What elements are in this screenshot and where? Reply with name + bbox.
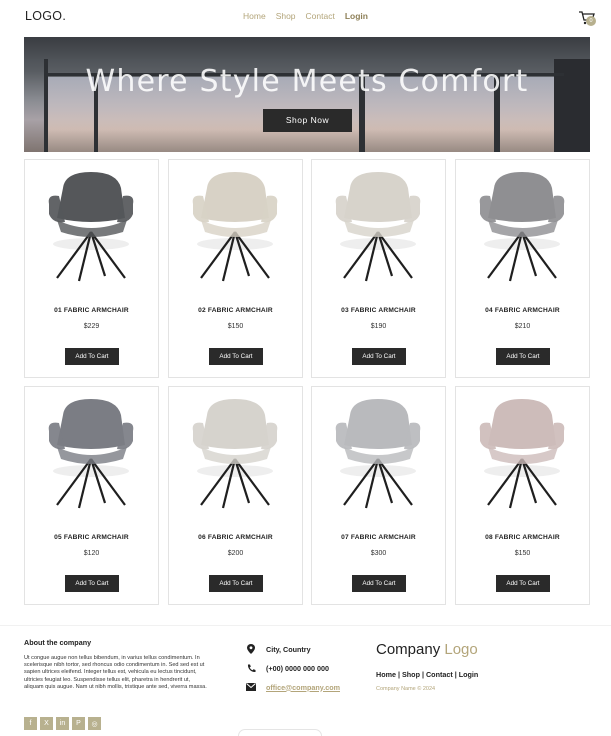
- social-links: f X in P ◎: [24, 717, 101, 730]
- site-logo[interactable]: LOGO.: [25, 9, 66, 23]
- add-to-cart-button[interactable]: Add To Cart: [496, 575, 550, 592]
- scroll-pill[interactable]: [238, 729, 322, 736]
- main-nav: Home Shop Contact Login: [243, 11, 368, 21]
- pinterest-icon[interactable]: P: [72, 717, 85, 730]
- shop-now-button[interactable]: Shop Now: [263, 109, 352, 132]
- chair-image[interactable]: [179, 393, 292, 511]
- chair-image[interactable]: [35, 393, 148, 511]
- hero-ceiling: [24, 37, 590, 59]
- product-card[interactable]: 01 FABRIC ARMCHAIR $229 Add To Cart: [24, 159, 159, 378]
- product-name[interactable]: 08 FABRIC ARMCHAIR: [456, 534, 589, 541]
- hero-banner: Where Style Meets Comfort Shop Now: [24, 37, 590, 152]
- instagram-icon[interactable]: ◎: [88, 717, 101, 730]
- product-name[interactable]: 06 FABRIC ARMCHAIR: [169, 534, 302, 541]
- facebook-icon[interactable]: f: [24, 717, 37, 730]
- chair-image[interactable]: [179, 166, 292, 284]
- email-link[interactable]: office@company.com: [266, 683, 340, 692]
- contact-address: City, Country: [246, 644, 311, 654]
- product-name[interactable]: 04 FABRIC ARMCHAIR: [456, 307, 589, 314]
- add-to-cart-button[interactable]: Add To Cart: [496, 348, 550, 365]
- footer-link-home[interactable]: Home: [376, 670, 396, 679]
- add-to-cart-button[interactable]: Add To Cart: [209, 575, 263, 592]
- add-to-cart-button[interactable]: Add To Cart: [65, 575, 119, 592]
- copyright: Company Name © 2024: [376, 686, 436, 692]
- location-pin-icon: [246, 644, 256, 654]
- about-text: Ut congue augue non tellus bibendum, in …: [24, 655, 207, 690]
- address-text: City, Country: [266, 644, 311, 654]
- product-name[interactable]: 01 FABRIC ARMCHAIR: [25, 307, 158, 314]
- product-name[interactable]: 07 FABRIC ARMCHAIR: [312, 534, 445, 541]
- product-price: $200: [227, 550, 244, 557]
- product-name[interactable]: 05 FABRIC ARMCHAIR: [25, 534, 158, 541]
- product-name[interactable]: 02 FABRIC ARMCHAIR: [169, 307, 302, 314]
- about-title: About the company: [24, 638, 92, 647]
- product-price: $229: [83, 323, 100, 330]
- footer-link-login[interactable]: Login: [459, 670, 479, 679]
- nav-shop[interactable]: Shop: [276, 11, 296, 21]
- add-to-cart-button[interactable]: Add To Cart: [65, 348, 119, 365]
- product-price: $210: [514, 323, 531, 330]
- product-card[interactable]: 07 FABRIC ARMCHAIR $300 Add To Cart: [311, 386, 446, 605]
- footer-links: Home | Shop | Contact | Login: [376, 670, 479, 679]
- product-price: $150: [227, 323, 244, 330]
- product-price: $190: [370, 323, 387, 330]
- company-logo-main: Company: [376, 641, 441, 658]
- footer-link-contact[interactable]: Contact: [426, 670, 453, 679]
- add-to-cart-button[interactable]: Add To Cart: [352, 348, 406, 365]
- x-icon[interactable]: X: [40, 717, 53, 730]
- footer-divider: [0, 625, 611, 626]
- site-header: LOGO. Home Shop Contact Login 0: [0, 0, 611, 34]
- linkedin-icon[interactable]: in: [56, 717, 69, 730]
- product-card[interactable]: 04 FABRIC ARMCHAIR $210 Add To Cart: [455, 159, 590, 378]
- company-logo-accent: Logo: [444, 641, 478, 658]
- cart-count-badge: 0: [586, 16, 596, 26]
- company-logo[interactable]: Company Logo: [376, 641, 478, 658]
- chair-image[interactable]: [466, 166, 579, 284]
- contact-email: office@company.com: [246, 682, 340, 692]
- hero-title: Where Style Meets Comfort: [85, 64, 529, 99]
- product-name[interactable]: 03 FABRIC ARMCHAIR: [312, 307, 445, 314]
- product-price: $150: [514, 550, 531, 557]
- nav-login[interactable]: Login: [345, 11, 368, 21]
- product-card[interactable]: 03 FABRIC ARMCHAIR $190 Add To Cart: [311, 159, 446, 378]
- chair-image[interactable]: [35, 166, 148, 284]
- envelope-icon: [246, 682, 256, 692]
- chair-image[interactable]: [466, 393, 579, 511]
- nav-contact[interactable]: Contact: [306, 11, 335, 21]
- phone-icon: [246, 663, 256, 673]
- nav-home[interactable]: Home: [243, 11, 266, 21]
- product-card[interactable]: 08 FABRIC ARMCHAIR $150 Add To Cart: [455, 386, 590, 605]
- chair-image[interactable]: [322, 166, 435, 284]
- add-to-cart-button[interactable]: Add To Cart: [352, 575, 406, 592]
- phone-text: (+00) 0000 000 000: [266, 663, 329, 673]
- add-to-cart-button[interactable]: Add To Cart: [209, 348, 263, 365]
- contact-phone: (+00) 0000 000 000: [246, 663, 329, 673]
- product-card[interactable]: 02 FABRIC ARMCHAIR $150 Add To Cart: [168, 159, 303, 378]
- product-price: $120: [83, 550, 100, 557]
- chair-image[interactable]: [322, 393, 435, 511]
- product-price: $300: [370, 550, 387, 557]
- product-card[interactable]: 06 FABRIC ARMCHAIR $200 Add To Cart: [168, 386, 303, 605]
- footer-link-shop[interactable]: Shop: [402, 670, 420, 679]
- product-card[interactable]: 05 FABRIC ARMCHAIR $120 Add To Cart: [24, 386, 159, 605]
